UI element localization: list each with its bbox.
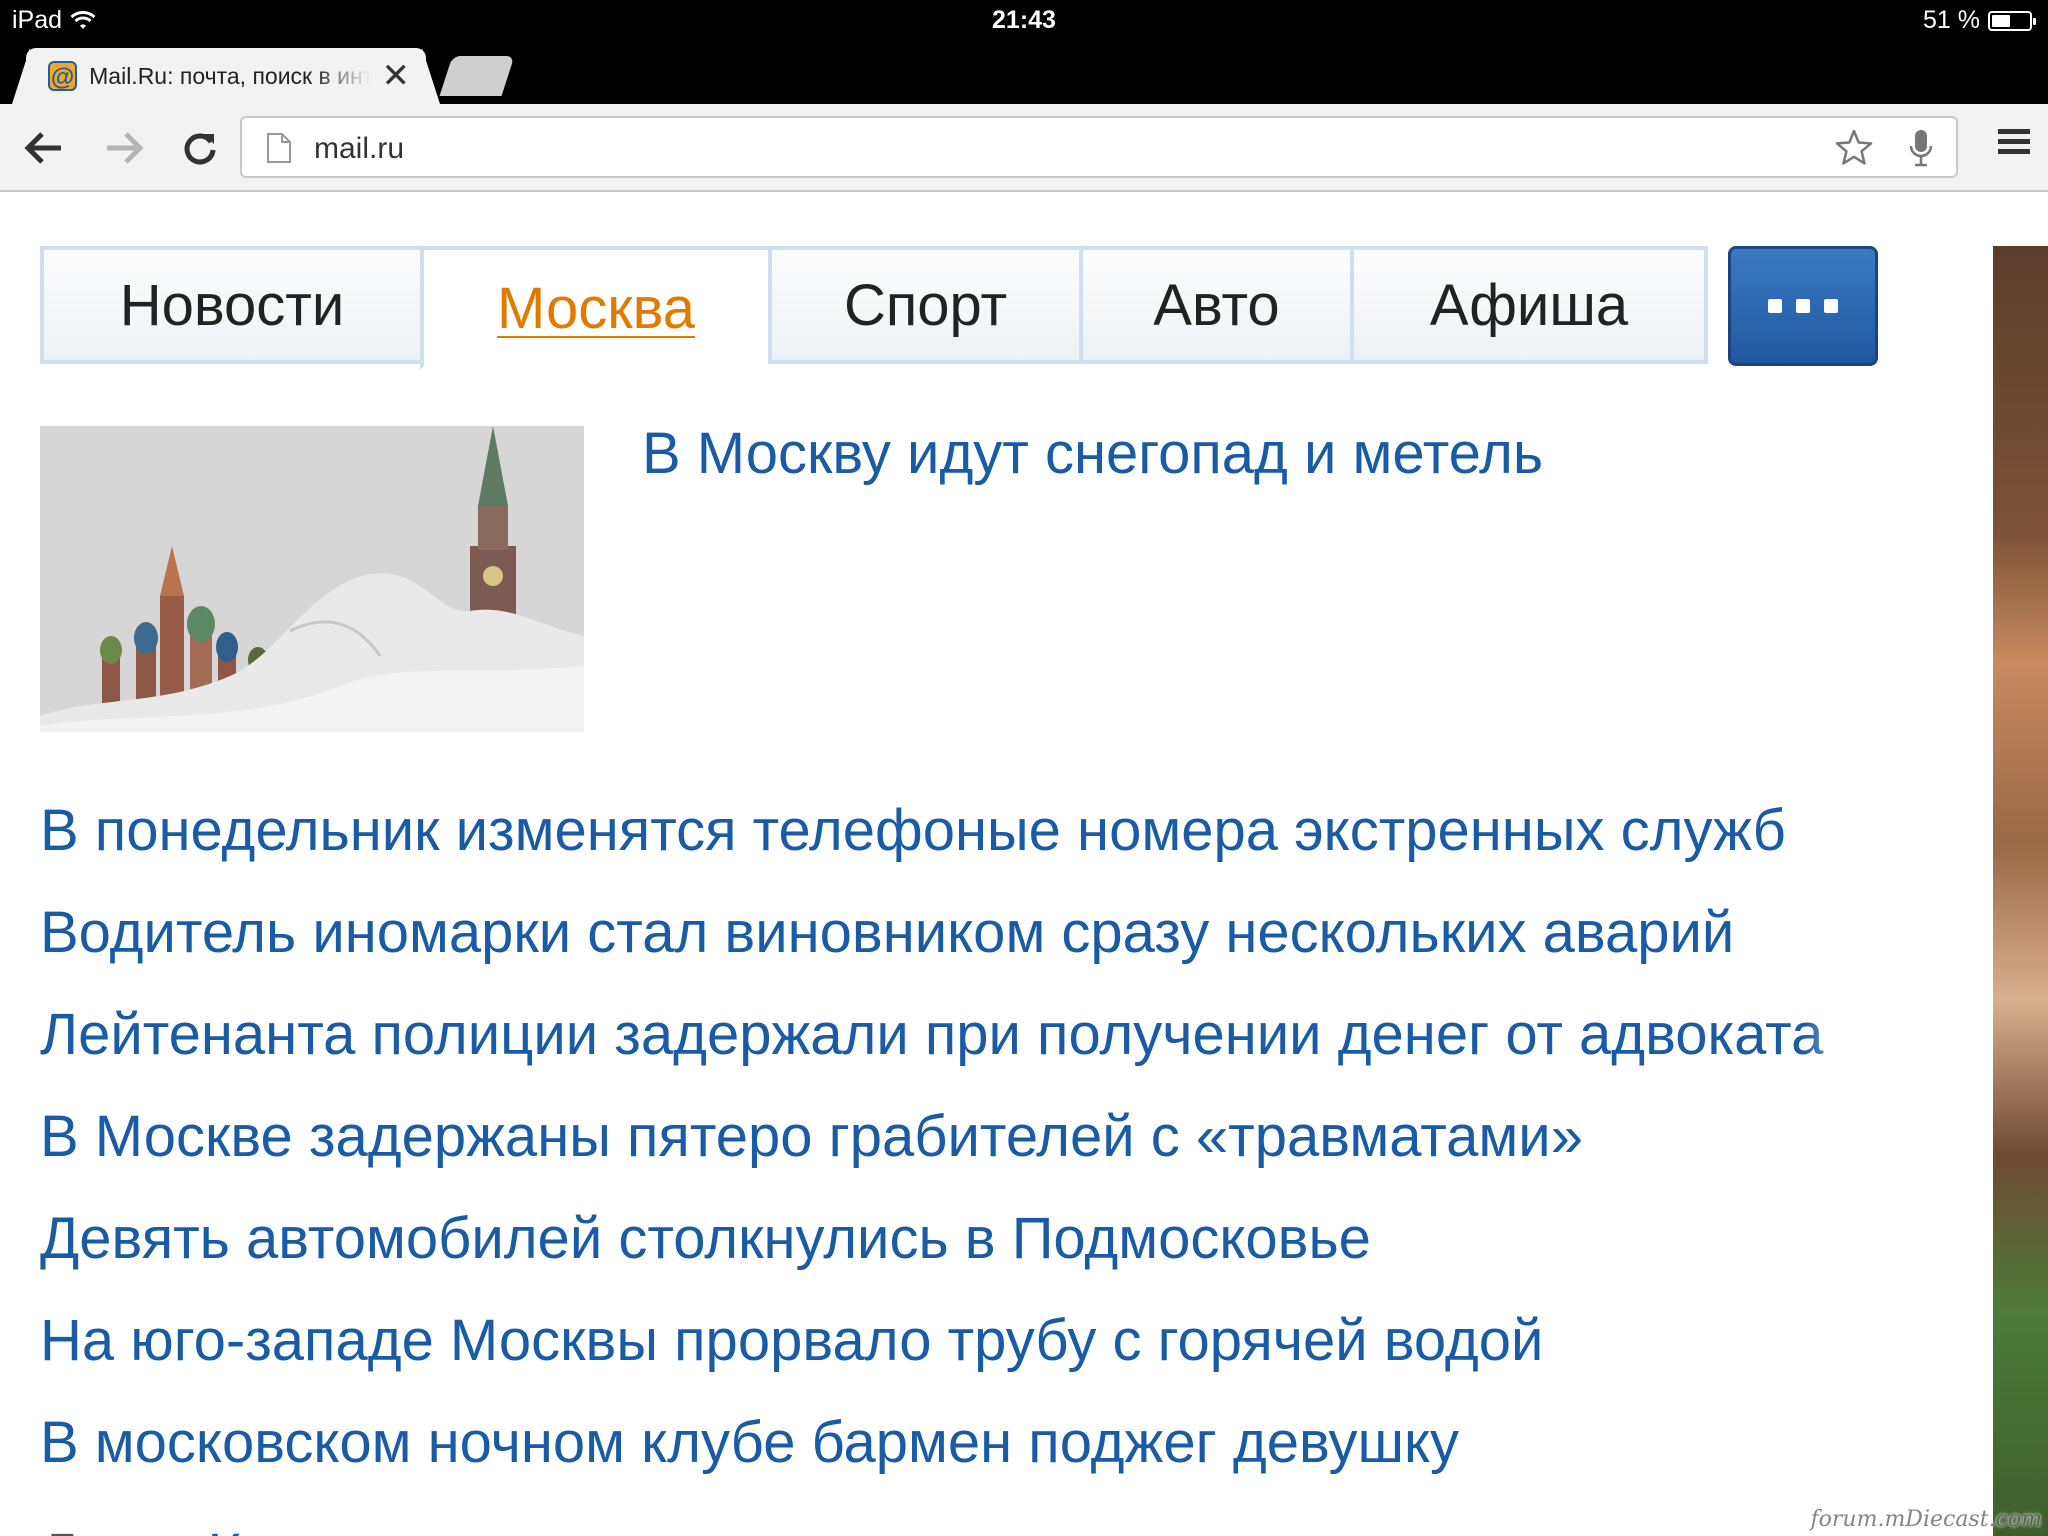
headline-link[interactable]: Как сделать сережки своими руками	[208, 1522, 1188, 1536]
headline-list: В понедельник изменятся телефоные номера…	[40, 780, 1878, 1494]
page-icon	[267, 133, 291, 163]
headline-category: Леди.	[40, 1522, 191, 1536]
watermark: forum.mDiecast.com	[1810, 1507, 2042, 1532]
ipad-screen: iPad 21:43 51 % @ Mail.Ru: почта, поиск …	[0, 0, 2048, 1536]
kremlin-snow-picture	[40, 426, 584, 732]
lead-news-link[interactable]: В Москву идут снегопад и метель	[642, 418, 1882, 491]
address-bar[interactable]: mail.ru	[240, 116, 1958, 178]
reload-icon	[184, 133, 216, 165]
forward-button[interactable]	[98, 122, 150, 174]
news-tabs: Новости Москва Спорт Авто Афиша	[40, 246, 1708, 370]
tab-sport[interactable]: Спорт	[768, 246, 1079, 364]
more-tabs-button[interactable]	[1728, 246, 1878, 366]
star-icon[interactable]	[1834, 128, 1874, 168]
browser-toolbar: mail.ru	[0, 104, 2048, 192]
battery-percent: 51 %	[1923, 6, 1980, 34]
status-left: iPad	[12, 6, 96, 35]
tab-avto[interactable]: Авто	[1079, 246, 1350, 364]
tab-novosti[interactable]: Новости	[40, 246, 420, 364]
mic-icon[interactable]	[1908, 128, 1934, 168]
back-button[interactable]	[18, 122, 70, 174]
menu-icon[interactable]	[1996, 126, 2032, 158]
status-bar: iPad 21:43 51 %	[0, 0, 2048, 40]
clock: 21:43	[992, 6, 1056, 34]
battery-icon	[1988, 10, 2036, 31]
dot	[1796, 299, 1810, 313]
back-arrow-icon	[24, 132, 61, 164]
battery-fill	[1992, 14, 2011, 27]
tab-label: Спорт	[843, 272, 1008, 338]
mailru-favicon: @	[48, 61, 78, 91]
new-tab-button[interactable]	[439, 56, 515, 96]
headline-link[interactable]: В понедельник изменятся телефоные номера…	[40, 780, 1878, 882]
reload-button[interactable]	[174, 122, 226, 174]
tab-label: Москва	[496, 275, 695, 341]
headline-link[interactable]: В Москве задержаны пятеро грабителей с «…	[40, 1086, 1878, 1188]
forward-arrow-icon	[107, 132, 144, 164]
page-content: Новости Москва Спорт Авто Афиша В Москву…	[0, 192, 2048, 1536]
close-icon[interactable]: ✕	[382, 59, 411, 93]
status-right: 51 %	[1923, 6, 2036, 35]
tab-label: Новости	[119, 272, 345, 338]
dot	[1768, 299, 1782, 313]
tab-label: Афиша	[1429, 272, 1629, 338]
lady-headline: Леди. Как сделать сережки своими руками	[40, 1504, 1188, 1536]
dot	[1824, 299, 1838, 313]
tab-title: Mail.Ru: почта, поиск в интернете	[89, 62, 370, 89]
browser-tab-mailru[interactable]: @ Mail.Ru: почта, поиск в интернете ✕	[12, 48, 440, 104]
headline-link[interactable]: Лейтенанта полиции задержали при получен…	[40, 984, 1878, 1086]
lead-news-image[interactable]	[40, 426, 584, 732]
tab-strip: @ Mail.Ru: почта, поиск в интернете ✕	[0, 40, 2048, 104]
url-text[interactable]: mail.ru	[314, 132, 404, 166]
tab-moskva[interactable]: Москва	[420, 246, 768, 370]
device-name: iPad	[12, 6, 63, 34]
tab-label: Авто	[1153, 272, 1280, 338]
tab-afisha[interactable]: Афиша	[1350, 246, 1708, 364]
headline-link[interactable]: В московском ночном клубе бармен поджег …	[40, 1392, 1878, 1494]
side-ad-photo[interactable]	[1993, 246, 2048, 1536]
wifi-icon	[70, 10, 96, 29]
headline-link[interactable]: Водитель иномарки стал виновником сразу …	[40, 882, 1878, 984]
headline-link[interactable]: Девять автомобилей столкнулись в Подмоск…	[40, 1188, 1878, 1290]
headline-link[interactable]: На юго-западе Москвы прорвало трубу с го…	[40, 1290, 1878, 1392]
